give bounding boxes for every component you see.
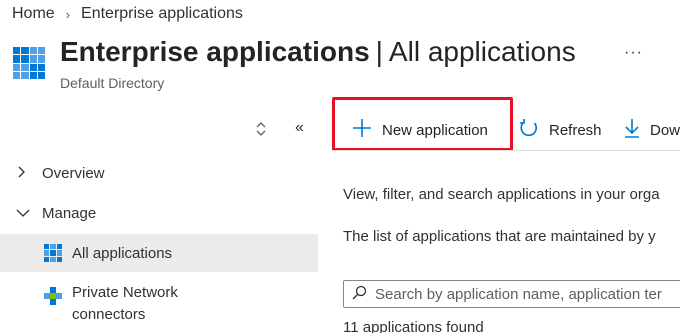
sidebar-item-label: Overview (42, 164, 105, 182)
command-bar-divider (332, 150, 680, 151)
search-placeholder: Search by application name, application … (375, 285, 662, 303)
chevron-right-icon: › (65, 6, 71, 22)
sidebar-item-private-network-connectors[interactable]: Private Network connectors (0, 282, 318, 330)
download-button[interactable]: Dow (624, 116, 680, 144)
refresh-button[interactable]: Refresh (519, 116, 602, 144)
more-options-button[interactable]: ··· (624, 44, 643, 62)
page-title: Enterprise applications | All applicatio… (60, 36, 576, 68)
description-text-2: The list of applications that are mainta… (343, 228, 656, 245)
private-network-connector-icon (44, 287, 62, 305)
chevron-right-icon (16, 166, 28, 181)
sidebar-item-label: Manage (42, 204, 97, 222)
refresh-icon (519, 118, 539, 142)
page-title-sub: All applications (388, 36, 576, 67)
new-application-label: New application (382, 121, 488, 139)
new-application-button[interactable]: New application (352, 116, 488, 144)
breadcrumb: Home › Enterprise applications (12, 5, 243, 23)
sidebar-item-label: Private Network connectors (72, 282, 178, 326)
private-network-label-line2: connectors (72, 306, 146, 323)
breadcrumb-home[interactable]: Home (12, 5, 55, 23)
sidebar-item-manage[interactable]: Manage (0, 200, 318, 226)
enterprise-apps-icon (13, 47, 45, 79)
search-icon (352, 285, 367, 303)
plus-icon (352, 118, 372, 142)
sort-icon[interactable] (254, 120, 268, 138)
page-title-main: Enterprise applications (60, 36, 370, 67)
search-input[interactable]: Search by application name, application … (343, 280, 680, 308)
refresh-label: Refresh (549, 121, 602, 139)
download-label: Dow (650, 121, 680, 139)
breadcrumb-enterprise-applications[interactable]: Enterprise applications (81, 5, 243, 23)
sidebar-item-overview[interactable]: Overview (0, 160, 318, 186)
chevron-down-icon (16, 206, 30, 221)
title-divider: | (375, 36, 383, 67)
all-applications-icon (44, 244, 62, 262)
results-count: 11 applications found (343, 319, 484, 333)
description-text: View, filter, and search applications in… (343, 186, 660, 203)
private-network-label-line1: Private Network (72, 284, 178, 301)
directory-name: Default Directory (60, 75, 165, 91)
download-icon (624, 118, 640, 142)
sidebar-item-all-applications[interactable]: All applications (0, 234, 318, 272)
collapse-sidebar-icon[interactable]: « (295, 119, 304, 137)
sidebar-item-label: All applications (72, 244, 173, 262)
